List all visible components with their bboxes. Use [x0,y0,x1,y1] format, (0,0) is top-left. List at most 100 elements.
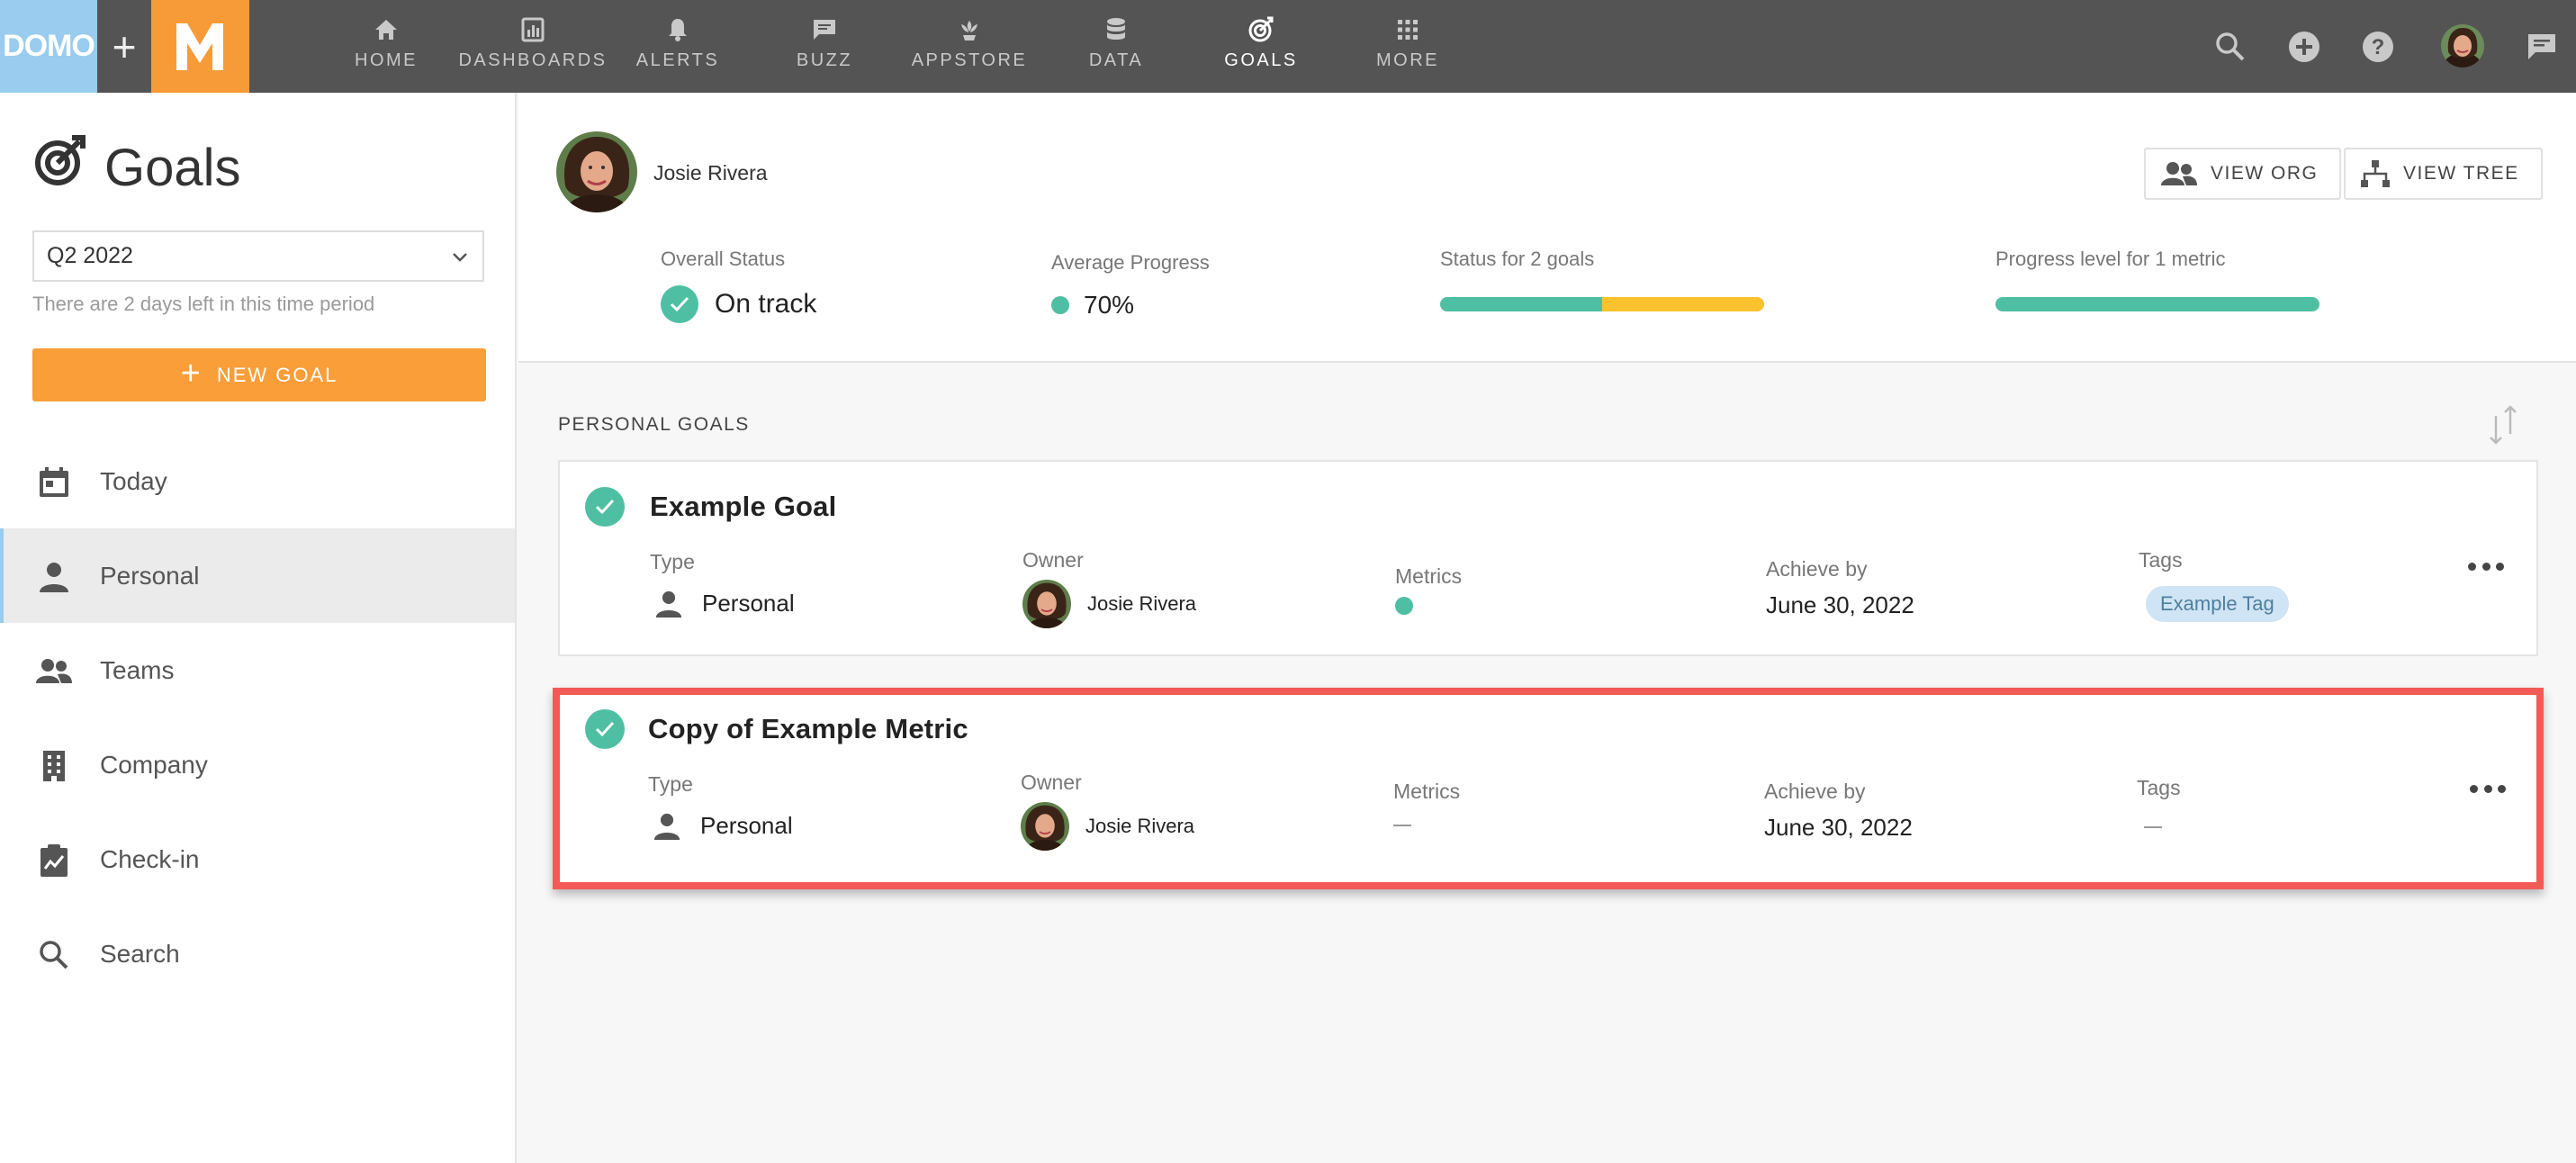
metric-status-dot[interactable] [1395,597,1413,615]
more-options-icon[interactable] [2468,557,2504,575]
period-select[interactable]: Q2 2022 [32,230,484,282]
type-value: Personal [655,590,795,618]
more-options-icon[interactable] [2470,780,2506,798]
metrics-label: Metrics [1393,780,1461,803]
view-org-button[interactable]: VIEW ORG [2144,148,2342,200]
sidebar-item-company[interactable]: Company [0,717,515,812]
avatar [1021,802,1069,851]
sidebar-item-label: Search [100,939,180,968]
owner-value[interactable]: Josie Rivera [1022,580,1196,628]
type-value-text: Personal [702,590,795,617]
checkin-icon [36,844,72,877]
nav-label: BUZZ [796,50,853,70]
add-icon[interactable] [2284,27,2324,67]
sort-icon[interactable] [2488,405,2518,449]
brand-plus-sign: + [112,23,137,70]
achieve-by-value: June 30, 2022 [1766,591,1914,618]
sidebar-item-personal[interactable]: Personal [0,528,515,623]
bell-icon [667,16,689,43]
user-name[interactable]: Josie Rivera [653,161,768,185]
grid-icon [1396,16,1419,43]
page-title: Goals [32,134,241,201]
sidebar-item-label: Personal [100,561,200,590]
m-logo[interactable] [151,0,249,93]
sidebar-item-label: Check-in [100,844,200,873]
achieve-by-label: Achieve by [1766,557,1868,581]
achieve-by-value: June 30, 2022 [1764,814,1913,841]
tags-label: Tags [2139,548,2183,572]
check-icon [585,709,625,749]
on-track-segment [1440,297,1602,311]
sidebar-item-label: Teams [100,655,175,684]
owner-name: Josie Rivera [1085,815,1195,837]
help-icon[interactable]: ? [2358,27,2398,67]
org-tree-icon [2361,160,2390,187]
section-title: PERSONAL GOALS [558,414,750,435]
building-icon [36,750,72,782]
sidebar-item-search[interactable]: Search [0,906,515,1001]
chat-icon[interactable] [2522,27,2562,67]
search-icon [36,939,72,971]
people-icon [36,655,72,688]
nav-more[interactable]: MORE [1335,0,1481,93]
goal-card[interactable]: Example Goal Type Personal Owner Josie R… [558,460,2538,656]
sidebar-item-teams[interactable]: Teams [0,623,515,717]
people-icon [2161,162,2197,185]
goal-card[interactable]: Copy of Example Metric Type Personal Own… [560,695,2536,882]
avatar [1022,580,1071,628]
user-summary-panel: Josie Rivera VIEW ORG VIEW TREE Overall … [518,93,2576,363]
page-title-text: Goals [104,138,241,197]
progress-metric-label: Progress level for 1 metric [1995,248,2226,270]
owner-label: Owner [1022,548,1084,572]
avatar[interactable] [2441,24,2484,68]
appstore-icon [956,16,983,43]
view-org-label: VIEW ORG [2211,163,2319,184]
owner-value[interactable]: Josie Rivera [1021,802,1194,851]
home-icon [374,16,399,43]
at-risk-segment [1602,297,1764,311]
goals-icon [32,134,86,201]
search-icon[interactable] [2211,27,2250,67]
type-label: Type [650,550,695,573]
type-value: Personal [653,812,793,840]
nav-appstore[interactable]: APPSTORE [896,0,1042,93]
domo-logo[interactable]: DOMO [0,0,97,93]
person-icon [36,561,72,593]
view-tree-button[interactable]: VIEW TREE [2344,148,2543,200]
period-select-value: Q2 2022 [47,243,133,268]
nav-goals[interactable]: GOALS [1188,0,1334,93]
check-icon [585,487,625,527]
nav-label: APPSTORE [911,50,1028,70]
sidebar-item-label: Today [100,466,167,495]
nav-buzz[interactable]: BUZZ [752,0,897,93]
new-goal-button[interactable]: + NEW GOAL [32,348,486,401]
sidebar-item-checkin[interactable]: Check-in [0,812,515,906]
progress-metric-bar [1995,297,2319,311]
avg-progress-label: Average Progress [1051,251,1210,274]
nav-data[interactable]: DATA [1043,0,1189,93]
empty-metrics-dash [1393,825,1411,826]
dashboards-icon [521,16,545,43]
sidebar: Goals Q2 2022 There are 2 days left in t… [0,93,517,1163]
view-tree-label: VIEW TREE [2403,163,2519,184]
sidebar-item-today[interactable]: Today [0,434,515,528]
nav-label: ALERTS [635,50,720,70]
metrics-label: Metrics [1395,564,1463,588]
nav-alerts[interactable]: ALERTS [605,0,751,93]
nav-home[interactable]: HOME [313,0,459,93]
overall-status-label: Overall Status [661,248,786,270]
owner-name: Josie Rivera [1087,592,1197,615]
check-icon [661,285,698,323]
goal-title[interactable]: Copy of Example Metric [648,713,968,745]
person-icon [653,813,680,840]
nav-dashboards[interactable]: DASHBOARDS [458,0,606,93]
empty-tags-dash [2144,826,2162,828]
goal-title[interactable]: Example Goal [650,491,836,523]
nav-label: MORE [1376,50,1439,70]
plus-icon: + [180,354,203,392]
sidebar-item-label: Company [100,750,208,779]
calendar-icon [36,466,72,499]
avg-progress-value: 70% [1084,291,1135,319]
avatar[interactable] [556,131,637,212]
tag-chip[interactable]: Example Tag [2146,586,2289,622]
